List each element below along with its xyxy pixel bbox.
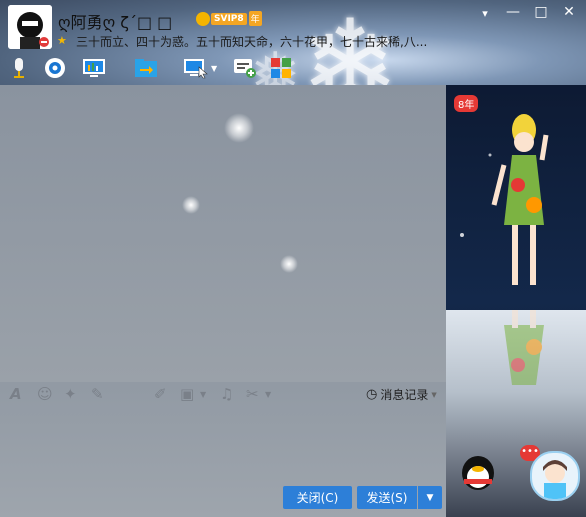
message-input[interactable]: [0, 406, 446, 484]
remote-assist-button[interactable]: ▼: [183, 55, 217, 81]
maximize-button[interactable]: □: [530, 4, 552, 20]
call-toolbar: ▼: [0, 52, 446, 84]
screen-share-icon: [83, 59, 105, 77]
chevron-down-icon[interactable]: ▼: [265, 390, 271, 399]
chevron-down-icon[interactable]: ▼: [200, 390, 206, 399]
close-chat-button[interactable]: 关闭(C): [283, 486, 352, 509]
message-history-button[interactable]: ◷ 消息记录 ▼: [366, 386, 437, 403]
vip-badge[interactable]: SVIP8 年: [196, 11, 262, 26]
send-options-button[interactable]: ▼: [418, 486, 442, 509]
svip-label: SVIP8: [211, 12, 247, 25]
history-label: 消息记录: [380, 388, 429, 402]
send-file-button[interactable]: [134, 55, 158, 81]
shake-icon[interactable]: ✦: [64, 385, 77, 403]
sparkle-decoration: [224, 113, 254, 143]
avatar-figure-icon: [8, 5, 52, 49]
voice-call-button[interactable]: [10, 55, 28, 81]
camera-icon: [45, 58, 65, 78]
emoji-icon[interactable]: ☺: [37, 385, 53, 403]
more-apps-button[interactable]: [270, 55, 292, 81]
video-call-button[interactable]: [44, 55, 66, 81]
sparkle-decoration: [182, 196, 200, 214]
show-panel: 8年 •••: [446, 85, 586, 517]
mic-icon: [14, 58, 24, 78]
image-icon[interactable]: ▣: [180, 385, 194, 403]
apps-icon: [271, 58, 291, 78]
create-discussion-button[interactable]: [233, 55, 257, 81]
chevron-down-icon: ▼: [426, 492, 434, 503]
scissors-icon[interactable]: ✂: [246, 385, 259, 403]
contact-avatar[interactable]: [8, 5, 52, 49]
remote-desktop-icon: [184, 59, 208, 79]
close-button[interactable]: ✕: [558, 4, 580, 20]
contact-nickname[interactable]: ღ阿勇ღ ζ´□ □: [58, 9, 172, 33]
share-screen-button[interactable]: [82, 55, 106, 81]
file-transfer-icon: [135, 59, 157, 77]
clock-icon: ◷: [366, 387, 378, 402]
vip-year-label: 年: [248, 11, 262, 26]
music-icon[interactable]: ♫: [220, 385, 233, 403]
chevron-down-icon: ▼: [211, 63, 218, 73]
sparkle-decoration: [280, 255, 298, 273]
qq-penguin-icon: [196, 11, 210, 26]
assistant-avatar[interactable]: [530, 451, 580, 501]
chat-window: ❄ ❅ ღ阿勇ღ ζ´□ □ SVIP8 年 ★ 三十而立、四十为惑。五十而知天…: [0, 0, 586, 517]
star-icon: ★: [57, 34, 67, 47]
add-app-icon: [234, 59, 256, 78]
minimize-button[interactable]: —: [502, 4, 524, 20]
voice-icon[interactable]: ✎: [91, 385, 104, 403]
dropdown-menu-button[interactable]: ▾: [474, 7, 496, 20]
assistant-figure-icon: [543, 460, 567, 499]
send-button[interactable]: 发送(S): [357, 486, 417, 509]
edit-icon[interactable]: ✐: [154, 385, 167, 403]
message-history-area[interactable]: [0, 85, 446, 382]
chevron-down-icon: ▼: [431, 390, 437, 399]
font-icon[interactable]: A: [10, 385, 22, 403]
qq-penguin-icon[interactable]: [456, 449, 500, 493]
contact-signature: 三十而立、四十为惑。五十而知天命，六十花甲，七十古来稀,八...: [76, 35, 428, 49]
